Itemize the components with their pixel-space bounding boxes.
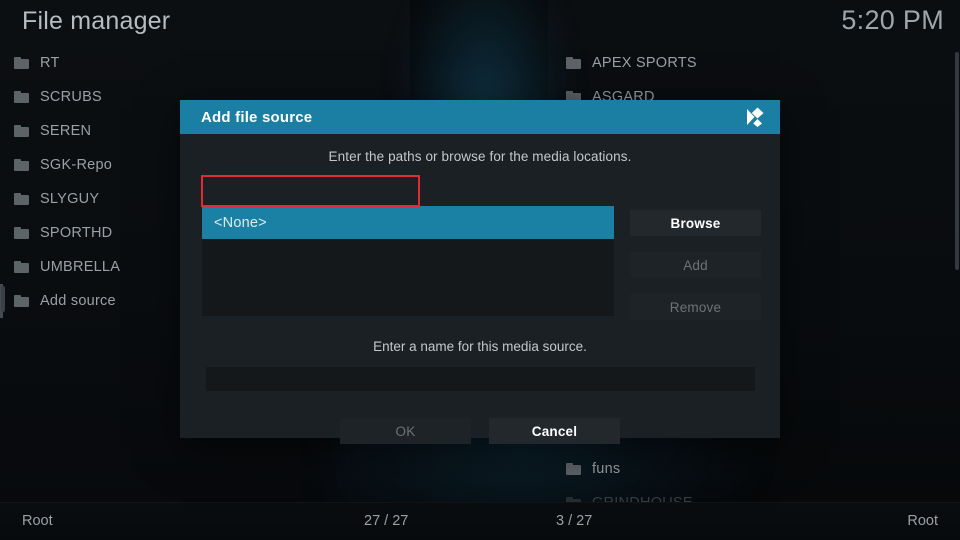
left-list-scrollbar[interactable] — [1, 286, 5, 312]
media-source-name-input[interactable] — [206, 367, 755, 391]
path-entry-row[interactable]: <None> — [202, 206, 614, 239]
list-item-label: SGK-Repo — [40, 157, 113, 173]
dialog-title: Add file source — [201, 108, 313, 126]
list-item-label: SPORTHD — [40, 225, 113, 241]
status-left-path: Root — [22, 513, 53, 529]
kodi-logo-icon — [744, 106, 768, 128]
status-left-count: 27 / 27 — [364, 513, 409, 529]
list-item-label: Add source — [40, 293, 116, 309]
status-bar: Root 27 / 27 3 / 27 Root — [0, 502, 960, 540]
right-list-scrollbar[interactable] — [955, 52, 959, 270]
page-title: File manager — [22, 7, 171, 35]
folder-icon — [14, 227, 29, 239]
add-button[interactable]: Add — [630, 252, 761, 278]
folder-icon — [566, 57, 581, 69]
kodi-file-manager-screen: File manager 5:20 PM RT SCRUBS SEREN SGK… — [0, 0, 960, 540]
list-item[interactable]: funs — [548, 452, 960, 486]
list-item-label: SCRUBS — [40, 89, 102, 105]
status-right-path: Root — [907, 513, 938, 529]
folder-icon — [14, 91, 29, 103]
folder-icon — [14, 193, 29, 205]
clock: 5:20 PM — [841, 5, 944, 35]
folder-icon — [14, 125, 29, 137]
folder-icon — [14, 295, 29, 307]
remove-button[interactable]: Remove — [630, 294, 761, 320]
list-item-label: SEREN — [40, 123, 92, 139]
folder-icon — [566, 463, 581, 475]
folder-icon — [14, 57, 29, 69]
cancel-button[interactable]: Cancel — [489, 418, 620, 444]
window-header: File manager 5:20 PM — [0, 0, 960, 46]
browse-button[interactable]: Browse — [630, 210, 761, 236]
list-item-label: UMBRELLA — [40, 259, 121, 275]
name-hint: Enter a name for this media source. — [373, 339, 587, 354]
list-item-label: RT — [40, 55, 60, 71]
ok-button[interactable]: OK — [340, 418, 471, 444]
folder-icon — [14, 159, 29, 171]
list-item-label: APEX SPORTS — [592, 55, 697, 71]
path-entry-value: <None> — [214, 214, 267, 231]
list-item[interactable]: RT — [0, 46, 408, 80]
list-item[interactable]: APEX SPORTS — [548, 46, 960, 80]
dialog-header: Add file source — [180, 100, 780, 134]
status-right-count: 3 / 27 — [556, 513, 593, 529]
list-item-label: SLYGUY — [40, 191, 100, 207]
paths-hint: Enter the paths or browse for the media … — [328, 149, 632, 164]
dialog-body: Enter the paths or browse for the media … — [180, 134, 780, 444]
list-item-label: funs — [592, 461, 621, 477]
add-file-source-dialog: Add file source Enter the paths or brows… — [180, 100, 780, 444]
folder-icon — [14, 261, 29, 273]
path-list[interactable]: <None> — [202, 206, 614, 316]
